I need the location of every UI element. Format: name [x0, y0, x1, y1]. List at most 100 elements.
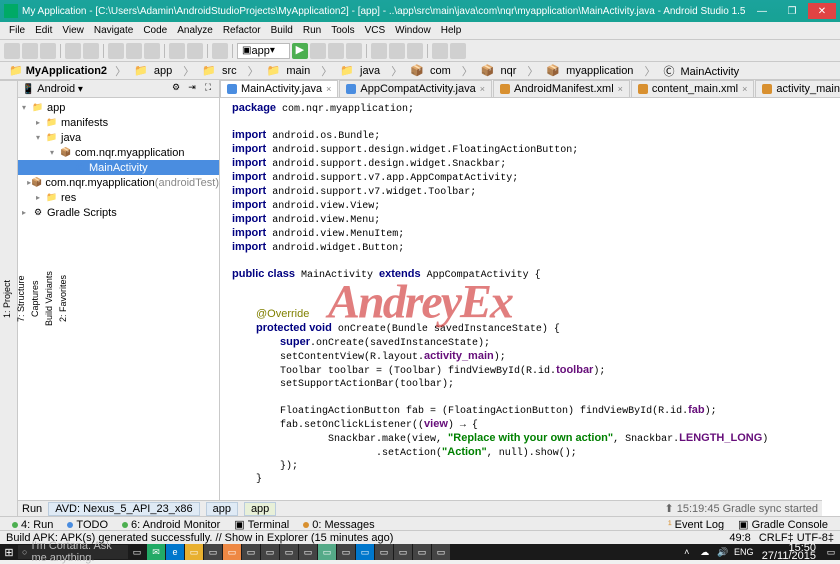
- close-button[interactable]: ✕: [808, 3, 836, 19]
- menu-build[interactable]: Build: [266, 25, 298, 36]
- caret-position: 49:8: [729, 532, 750, 544]
- task-icon[interactable]: ▭: [242, 544, 260, 560]
- menu-view[interactable]: View: [57, 25, 89, 36]
- menu-run[interactable]: Run: [298, 25, 326, 36]
- tray-clock[interactable]: 15:5027/11/2015: [756, 544, 822, 560]
- task-icon[interactable]: ▭: [185, 544, 203, 560]
- close-tab-icon: ×: [326, 84, 331, 94]
- menu-edit[interactable]: Edit: [30, 25, 57, 36]
- task-icon[interactable]: ▭: [299, 544, 317, 560]
- tool-tab-structure[interactable]: 7: Structure: [14, 80, 28, 516]
- tray-icon[interactable]: 🔊: [714, 544, 732, 560]
- undo-icon[interactable]: [65, 43, 81, 59]
- make-icon[interactable]: [212, 43, 228, 59]
- copy-icon[interactable]: [126, 43, 142, 59]
- redo-icon[interactable]: [83, 43, 99, 59]
- task-view-icon[interactable]: ▭: [128, 544, 146, 560]
- main-toolbar: ▣ app ▾ ▶: [0, 40, 840, 62]
- paste-icon[interactable]: [144, 43, 160, 59]
- breadcrumb-item[interactable]: Ⓒ MainActivity: [660, 63, 745, 79]
- menu-analyze[interactable]: Analyze: [172, 25, 218, 36]
- sdk-icon[interactable]: [389, 43, 405, 59]
- project-collapse-icon[interactable]: ⇥: [185, 82, 199, 96]
- breadcrumb-item[interactable]: 📦 myapplication: [543, 64, 639, 77]
- run-app-tab[interactable]: app: [206, 502, 238, 516]
- editor-tab[interactable]: MainActivity.java×: [220, 80, 338, 97]
- help-icon[interactable]: [450, 43, 466, 59]
- menu-file[interactable]: File: [4, 25, 30, 36]
- tool-tab-build-variants[interactable]: Build Variants: [42, 80, 56, 516]
- editor-tabs: MainActivity.java×AppCompatActivity.java…: [220, 80, 840, 98]
- task-icon[interactable]: e: [166, 544, 184, 560]
- maximize-button[interactable]: ❐: [778, 3, 806, 19]
- avd-icon[interactable]: [371, 43, 387, 59]
- left-tool-gutter: 1: Project 7: Structure Captures Build V…: [0, 80, 18, 516]
- task-icon[interactable]: ▭: [375, 544, 393, 560]
- breadcrumb-item[interactable]: 📁 main: [264, 64, 317, 77]
- stop-icon[interactable]: [346, 43, 362, 59]
- menu-refactor[interactable]: Refactor: [218, 25, 266, 36]
- editor-tab[interactable]: AppCompatActivity.java×: [339, 80, 492, 97]
- close-tab-icon: ×: [618, 84, 623, 94]
- window-titlebar: My Application - [C:\Users\Adamin\Androi…: [0, 0, 840, 22]
- task-icon[interactable]: ▭: [261, 544, 279, 560]
- tray-lang[interactable]: ENG: [732, 544, 756, 560]
- window-title: My Application - [C:\Users\Adamin\Androi…: [22, 6, 748, 17]
- task-icon[interactable]: ▭: [204, 544, 222, 560]
- breadcrumb-item[interactable]: 📁 src: [199, 64, 242, 77]
- task-icon[interactable]: ✉: [147, 544, 165, 560]
- open-icon[interactable]: [4, 43, 20, 59]
- tray-notifications-icon[interactable]: ▭: [822, 544, 840, 560]
- run-icon[interactable]: ▶: [292, 43, 308, 59]
- breadcrumb-item[interactable]: 📁 MyApplication2: [6, 64, 110, 77]
- menu-help[interactable]: Help: [436, 25, 467, 36]
- editor-tab[interactable]: AndroidManifest.xml×: [493, 80, 630, 97]
- breadcrumb-item[interactable]: 📁 app: [131, 64, 178, 77]
- tray-up-icon[interactable]: ˄: [678, 544, 696, 560]
- menu-code[interactable]: Code: [138, 25, 172, 36]
- editor-area: MainActivity.java×AppCompatActivity.java…: [220, 80, 840, 516]
- sync-icon[interactable]: [40, 43, 56, 59]
- forward-icon[interactable]: [187, 43, 203, 59]
- breadcrumb: 📁 MyApplication2〉 📁 app〉 📁 src〉 📁 main〉 …: [0, 62, 840, 80]
- task-icon[interactable]: ▭: [223, 544, 241, 560]
- debug-icon[interactable]: [310, 43, 326, 59]
- cut-icon[interactable]: [108, 43, 124, 59]
- breadcrumb-item[interactable]: 📦 nqr: [478, 64, 523, 77]
- cortana-search[interactable]: ○ I'm Cortana. Ask me anything.: [18, 545, 128, 559]
- tool-tab-project[interactable]: 1: Project: [0, 80, 14, 516]
- save-icon[interactable]: [22, 43, 38, 59]
- task-icon[interactable]: ▭: [337, 544, 355, 560]
- project-hide-icon[interactable]: ⛶: [201, 82, 215, 96]
- task-icon[interactable]: ▭: [356, 544, 374, 560]
- tray-icon[interactable]: ☁: [696, 544, 714, 560]
- editor-tab[interactable]: activity_main.xml×: [755, 80, 840, 97]
- run-app-tab-2[interactable]: app: [244, 502, 276, 516]
- task-icon[interactable]: ▭: [432, 544, 450, 560]
- run-config-combo[interactable]: ▣ app ▾: [237, 43, 290, 59]
- minimize-button[interactable]: —: [748, 3, 776, 19]
- task-icon[interactable]: ▭: [413, 544, 431, 560]
- menu-bar: File Edit View Navigate Code Analyze Ref…: [0, 22, 840, 40]
- monitor-icon[interactable]: [407, 43, 423, 59]
- task-icon[interactable]: ▭: [394, 544, 412, 560]
- app-icon: [4, 4, 18, 18]
- back-icon[interactable]: [169, 43, 185, 59]
- project-settings-icon[interactable]: ⚙: [169, 82, 183, 96]
- avd-label[interactable]: AVD: Nexus_5_API_23_x86: [48, 502, 199, 516]
- menu-navigate[interactable]: Navigate: [89, 25, 138, 36]
- menu-vcs[interactable]: VCS: [360, 25, 391, 36]
- task-icon[interactable]: ▭: [318, 544, 336, 560]
- menu-window[interactable]: Window: [390, 25, 436, 36]
- breadcrumb-item[interactable]: 📁 java: [337, 64, 386, 77]
- code-editor[interactable]: package com.nqr.myapplication; import an…: [220, 98, 840, 516]
- start-button[interactable]: ⊞: [0, 544, 18, 560]
- editor-tab[interactable]: content_main.xml×: [631, 80, 754, 97]
- menu-tools[interactable]: Tools: [326, 25, 359, 36]
- attach-icon[interactable]: [328, 43, 344, 59]
- settings-icon[interactable]: [432, 43, 448, 59]
- task-icon[interactable]: ▭: [280, 544, 298, 560]
- breadcrumb-item[interactable]: 📦 com: [407, 64, 457, 77]
- tool-tab-captures[interactable]: Captures: [28, 80, 42, 516]
- tool-tab-favorites[interactable]: 2: Favorites: [56, 80, 70, 516]
